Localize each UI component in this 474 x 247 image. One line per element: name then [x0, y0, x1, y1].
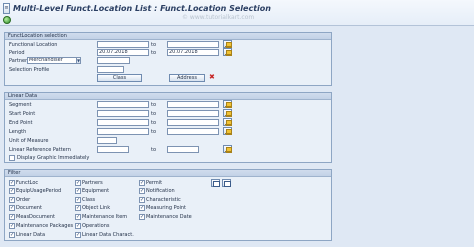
filter-label: Characteristic [146, 197, 181, 203]
filter-checkbox[interactable]: ✓ [139, 180, 145, 186]
filter-label: Operations [82, 223, 110, 229]
group-header: Filter [5, 170, 331, 177]
display-graphic-checkbox[interactable] [9, 155, 15, 161]
group-header: Linear Data [5, 93, 331, 100]
class-button[interactable]: Class [97, 74, 142, 82]
filter-checkbox[interactable]: ✓ [75, 188, 81, 194]
segment-label: Segment [9, 102, 32, 108]
address-button[interactable]: Address [169, 74, 205, 82]
filter-label: Measuring Point [146, 205, 187, 211]
filter-checkbox[interactable]: ✓ [75, 214, 81, 220]
multiple-selection-icon[interactable] [223, 100, 232, 108]
linear-reference-pattern-to-input[interactable] [167, 146, 199, 153]
filter-label: Partners [82, 180, 103, 186]
multiple-selection-icon[interactable] [223, 127, 232, 135]
document-icon: ≡ [3, 3, 10, 14]
filter-checkbox[interactable]: ✓ [9, 223, 15, 229]
filter-label: Class [82, 197, 96, 203]
to-label: to [151, 42, 157, 48]
multiple-selection-icon[interactable] [223, 109, 232, 117]
filter-label: Object Link [82, 205, 111, 211]
length-to-input[interactable] [167, 128, 219, 135]
filter-label: MeasDocument [16, 214, 55, 220]
segment-to-input[interactable] [167, 101, 219, 108]
filter-checkbox[interactable]: ✓ [75, 180, 81, 186]
to-label: to [151, 147, 157, 153]
filter-label: Linear Data [16, 232, 46, 238]
functional-location-label: Functional Location [9, 42, 58, 48]
filter-label: Equipment [82, 188, 110, 194]
filter-checkbox[interactable]: ✓ [139, 188, 145, 194]
filter-checkbox[interactable]: ✓ [75, 232, 81, 238]
linear-data-group: Linear Data Segment to Start Point to En… [4, 92, 332, 163]
filter-checkbox[interactable]: ✓ [9, 205, 15, 211]
display-graphic-label: Display Graphic Immediately [17, 155, 90, 161]
period-from-input[interactable]: 20.07.2018 [97, 49, 149, 56]
filter-checkbox[interactable]: ✓ [9, 214, 15, 220]
filter-checkbox[interactable]: ✓ [9, 180, 15, 186]
functional-location-from-input[interactable] [97, 41, 149, 48]
selection-profile-input[interactable] [97, 66, 124, 73]
filter-checkbox[interactable]: ✓ [9, 232, 15, 238]
multiple-selection-icon[interactable] [223, 40, 232, 48]
filter-label: Permit [146, 180, 163, 186]
start-point-label: Start Point [9, 111, 36, 117]
delete-icon[interactable]: ✖ [209, 74, 215, 81]
filter-label: Maintenance Date [146, 214, 192, 220]
end-point-from-input[interactable] [97, 119, 149, 126]
period-label: Period [9, 50, 25, 56]
partners-role-select[interactable]: Merchandiser [27, 57, 77, 64]
to-label: to [151, 50, 157, 56]
filter-group: Filter ✓ FunctLoc ✓ EquipUsagePeriod ✓ O… [4, 169, 332, 241]
multiple-selection-icon[interactable] [223, 145, 232, 153]
functional-location-to-input[interactable] [167, 41, 219, 48]
partners-value-input[interactable] [97, 57, 130, 64]
end-point-label: End Point [9, 120, 33, 126]
unit-of-measure-input[interactable] [97, 137, 117, 144]
chevron-down-icon[interactable]: ▼ [76, 57, 81, 64]
select-all-icon[interactable] [211, 179, 220, 187]
multiple-selection-icon[interactable] [223, 118, 232, 126]
filter-label: Maintenance Item [82, 214, 128, 220]
filter-label: FunctLoc [16, 180, 39, 186]
segment-from-input[interactable] [97, 101, 149, 108]
period-to-input[interactable]: 20.07.2018 [167, 49, 219, 56]
unit-of-measure-label: Unit of Measure [9, 138, 49, 144]
filter-checkbox[interactable]: ✓ [139, 197, 145, 203]
filter-label: Document [16, 205, 42, 211]
execute-icon[interactable] [3, 16, 11, 24]
title-bar: ≡ Multi-Level Funct.Location List : Func… [0, 0, 474, 26]
watermark: © www.tutorialkart.com [182, 14, 255, 21]
filter-label: Order [16, 197, 31, 203]
filter-label: Linear Data Charact. [82, 232, 134, 238]
filter-label: Maintenance Packages [16, 223, 74, 229]
filter-checkbox[interactable]: ✓ [75, 223, 81, 229]
to-label: to [151, 129, 157, 135]
multiple-selection-icon[interactable] [223, 48, 232, 56]
selection-profile-label: Selection Profile [9, 67, 50, 73]
deselect-all-icon[interactable] [222, 179, 231, 187]
funcloc-selection-group: FunctLocation selection Functional Locat… [4, 32, 332, 86]
filter-checkbox[interactable]: ✓ [139, 214, 145, 220]
end-point-to-input[interactable] [167, 119, 219, 126]
filter-label: EquipUsagePeriod [16, 188, 62, 194]
filter-checkbox[interactable]: ✓ [9, 197, 15, 203]
to-label: to [151, 102, 157, 108]
start-point-to-input[interactable] [167, 110, 219, 117]
filter-checkbox[interactable]: ✓ [75, 205, 81, 211]
page-title: Multi-Level Funct.Location List : Funct.… [13, 4, 271, 13]
group-header: FunctLocation selection [5, 33, 331, 40]
linear-reference-pattern-from-input[interactable] [97, 146, 129, 153]
length-from-input[interactable] [97, 128, 149, 135]
length-label: Length [9, 129, 27, 135]
linear-reference-pattern-label: Linear Reference Pattern [9, 147, 71, 153]
filter-checkbox[interactable]: ✓ [9, 188, 15, 194]
filter-checkbox[interactable]: ✓ [139, 205, 145, 211]
to-label: to [151, 111, 157, 117]
start-point-from-input[interactable] [97, 110, 149, 117]
filter-checkbox[interactable]: ✓ [75, 197, 81, 203]
to-label: to [151, 120, 157, 126]
filter-label: Notification [146, 188, 175, 194]
